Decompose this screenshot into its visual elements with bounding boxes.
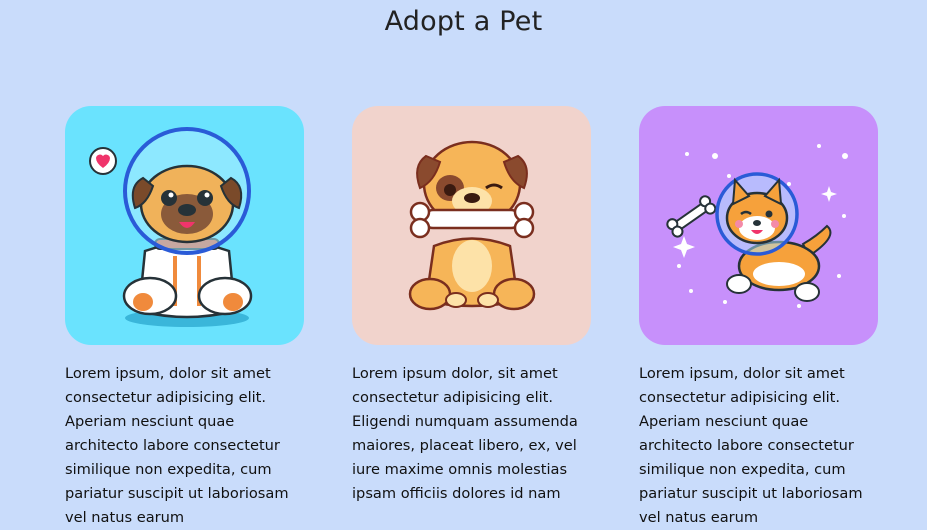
space-shiba-icon	[666, 144, 848, 308]
pet-description-3: Lorem ipsum, dolor sit amet consectetur …	[639, 365, 863, 526]
pet-card-1: Lorem ipsum, dolor sit amet consectetur …	[65, 106, 310, 530]
astronaut-pug-icon	[89, 127, 253, 327]
pug-with-bone-icon	[408, 140, 536, 311]
pet-description-1: Lorem ipsum, dolor sit amet consectetur …	[65, 365, 289, 526]
pet-image-2	[352, 106, 591, 345]
pet-image-3	[639, 106, 878, 345]
pet-image-1	[65, 106, 304, 345]
page-title: Adopt a Pet	[384, 6, 543, 37]
pet-description-2: Lorem ipsum dolor, sit amet consectetur …	[352, 365, 578, 502]
pet-card-2: Lorem ipsum dolor, sit amet consectetur …	[352, 106, 597, 506]
pet-card-3: Lorem ipsum, dolor sit amet consectetur …	[639, 106, 884, 530]
